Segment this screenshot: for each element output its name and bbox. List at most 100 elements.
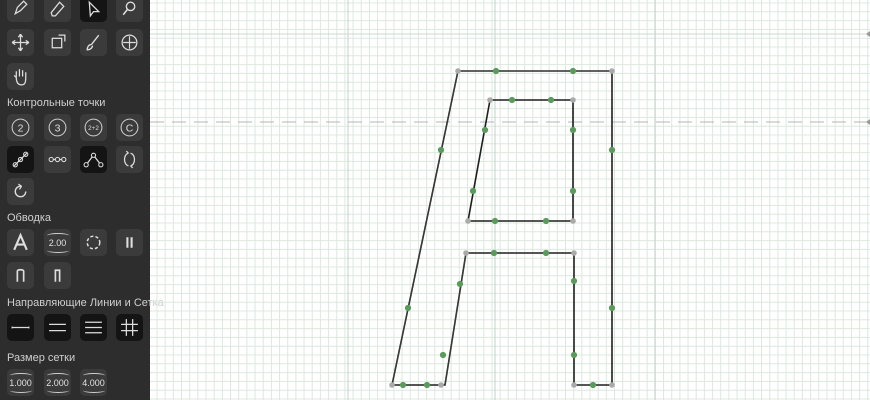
on-curve-point[interactable]: [608, 146, 616, 154]
diagonal-handle-button[interactable]: [7, 146, 34, 173]
move-arrows-icon: [11, 33, 30, 52]
three-point-button[interactable]: 3: [44, 114, 71, 141]
guide-grid-button[interactable]: [116, 314, 143, 341]
drawing-canvas[interactable]: [150, 0, 870, 400]
on-curve-point[interactable]: [492, 67, 500, 75]
arrow-cursor-icon: [88, 0, 101, 18]
corner-point[interactable]: [609, 382, 615, 388]
compass-icon: [121, 34, 138, 51]
brace-bottom-icon: [46, 388, 69, 393]
two-point-button[interactable]: 2: [7, 114, 34, 141]
grid-icon: [121, 319, 138, 336]
horizontal-handle-button[interactable]: [44, 146, 71, 173]
on-curve-point[interactable]: [490, 249, 498, 257]
corner-point[interactable]: [609, 68, 615, 74]
corner-point[interactable]: [438, 382, 444, 388]
curve-point-label: C: [126, 123, 134, 135]
grid-size-2-value: 2.000: [46, 377, 69, 388]
corner-point[interactable]: [571, 250, 577, 256]
rotate-point-button[interactable]: [7, 178, 34, 205]
guides-heading: Направляющие Линии и Сетка: [7, 297, 164, 309]
pan-compass-tool-button[interactable]: [116, 29, 143, 56]
on-curve-point[interactable]: [542, 249, 550, 257]
brush-tool-button[interactable]: [80, 29, 107, 56]
corner-point[interactable]: [571, 382, 577, 388]
dashed-circle-icon: [86, 235, 101, 250]
eraser-icon: [50, 1, 65, 17]
on-curve-point[interactable]: [589, 381, 597, 389]
on-curve-point[interactable]: [508, 96, 516, 104]
zoom-tool-button[interactable]: [116, 0, 143, 22]
curve-point-button[interactable]: C: [116, 114, 143, 141]
on-curve-point[interactable]: [481, 126, 489, 134]
on-curve-point[interactable]: [469, 187, 477, 195]
grid-size-2-button[interactable]: 2.000: [44, 369, 71, 396]
convert-point-button[interactable]: [116, 146, 143, 173]
double-line-icon: [49, 323, 66, 332]
dashed-circle-button[interactable]: [80, 229, 107, 256]
grid-size-4-button[interactable]: 4.000: [80, 369, 107, 396]
two-point-label: 2: [18, 123, 24, 135]
parallel-lines-button[interactable]: [116, 229, 143, 256]
corner-point[interactable]: [455, 68, 461, 74]
cap-square-button[interactable]: [7, 262, 34, 289]
square-cap-icon: [16, 268, 25, 282]
corner-point[interactable]: [570, 218, 576, 224]
three-point-label: 3: [55, 123, 61, 135]
on-curve-point[interactable]: [542, 217, 550, 225]
stroke-width-button[interactable]: 2.00: [44, 229, 71, 256]
on-curve-point[interactable]: [569, 67, 577, 75]
corner-point[interactable]: [570, 97, 576, 103]
stroke-heading: Обводка: [7, 212, 52, 224]
parallel-lines-icon: [126, 237, 133, 248]
diagonal-handle-icon: [12, 151, 29, 168]
on-curve-point[interactable]: [437, 146, 445, 154]
corner-handle-button[interactable]: [80, 146, 107, 173]
two-plus-two-point-button[interactable]: 2+2: [80, 114, 107, 141]
cap-round-button[interactable]: [44, 262, 71, 289]
tool-sidebar: Контрольные точки 2 3 2+2 C Обводка 2.00: [0, 0, 164, 400]
circle-three-icon: 3: [48, 118, 67, 137]
eraser-tool-button[interactable]: [44, 0, 71, 22]
on-curve-point[interactable]: [491, 217, 499, 225]
move-tool-button[interactable]: [7, 29, 34, 56]
font-weight-button[interactable]: [7, 229, 34, 256]
hand-tool-button[interactable]: [7, 63, 34, 90]
control-points[interactable]: [389, 67, 616, 389]
grid-size-1-value: 1.000: [9, 377, 32, 388]
convert-arrows-icon: [123, 150, 136, 169]
grid-size-1-button[interactable]: 1.000: [7, 369, 34, 396]
magnifier-icon: [122, 1, 136, 16]
on-curve-point[interactable]: [404, 304, 412, 312]
pen-tool-button[interactable]: [7, 0, 34, 22]
corner-point[interactable]: [463, 250, 469, 256]
minor-grid: [150, 0, 870, 400]
on-curve-point[interactable]: [423, 381, 431, 389]
corner-handle-icon: [83, 152, 104, 168]
rotate-icon: [14, 183, 27, 198]
on-curve-point[interactable]: [569, 126, 577, 134]
on-curve-point[interactable]: [547, 96, 555, 104]
letter-a-icon: [13, 232, 28, 251]
pen-icon: [14, 0, 28, 16]
select-arrow-tool-button[interactable]: [80, 0, 107, 22]
brace-bottom-icon: [9, 388, 32, 393]
stroke-width-value: 2.00: [48, 237, 67, 248]
guide-triple-button[interactable]: [80, 314, 107, 341]
on-curve-point[interactable]: [456, 280, 464, 288]
on-curve-point[interactable]: [570, 351, 578, 359]
resize-tool-button[interactable]: [44, 29, 71, 56]
grid-size-heading: Размер сетки: [7, 352, 76, 364]
corner-point[interactable]: [487, 97, 493, 103]
on-curve-point[interactable]: [439, 351, 447, 359]
circle-two-plus-two-icon: 2+2: [84, 118, 103, 137]
on-curve-point[interactable]: [399, 381, 407, 389]
on-curve-point[interactable]: [569, 187, 577, 195]
on-curve-point[interactable]: [570, 277, 578, 285]
corner-point[interactable]: [389, 382, 395, 388]
on-curve-point[interactable]: [608, 304, 616, 312]
guide-single-button[interactable]: [7, 314, 34, 341]
circle-two-icon: 2: [11, 118, 30, 137]
guide-double-button[interactable]: [44, 314, 71, 341]
corner-point[interactable]: [465, 218, 471, 224]
